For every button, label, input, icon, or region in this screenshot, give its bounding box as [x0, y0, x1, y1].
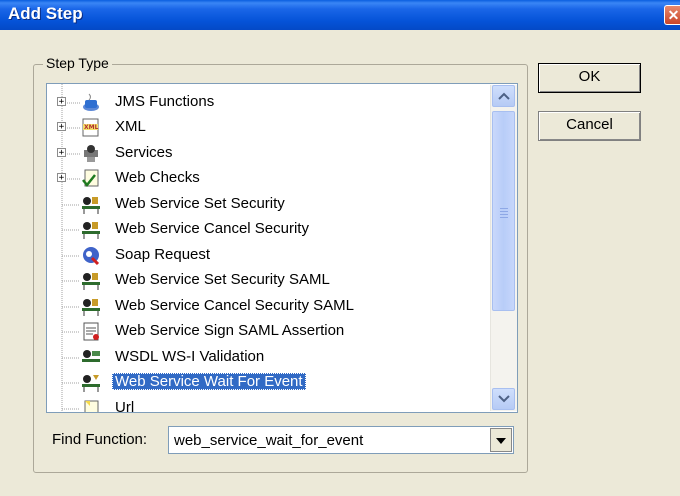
- tree-item-label: Web Service Wait For Event: [112, 373, 306, 390]
- security-icon: [80, 270, 102, 291]
- expand-toggle[interactable]: +: [57, 122, 66, 132]
- tree-item-label: Web Service Sign SAML Assertion: [115, 322, 345, 339]
- tree-item-label: Services: [115, 144, 173, 161]
- tree-item[interactable]: Web Service Set Security: [47, 192, 487, 217]
- tree-item[interactable]: Web Service Cancel Security SAML: [47, 294, 487, 319]
- tree-item[interactable]: Web Service Wait For Event: [47, 370, 487, 395]
- tree-item-label: Web Service Set Security: [115, 195, 285, 212]
- tree-item[interactable]: Soap Request: [47, 243, 487, 268]
- services-icon: [80, 143, 102, 164]
- dialog-title: Add Step: [8, 4, 83, 23]
- xml-icon: XML: [80, 117, 102, 138]
- url-icon: [80, 398, 102, 412]
- tree-item[interactable]: + Web Checks: [47, 166, 487, 191]
- vertical-scrollbar[interactable]: [490, 85, 517, 411]
- expand-toggle[interactable]: +: [57, 173, 66, 183]
- add-step-dialog: Add Step ✕ Step Type + JMS Functions + X…: [0, 0, 680, 496]
- scroll-up-button[interactable]: [492, 85, 515, 107]
- tree-item[interactable]: + JMS Functions: [47, 90, 487, 115]
- combo-dropdown-button[interactable]: [490, 428, 512, 452]
- title-bar[interactable]: Add Step ✕: [0, 0, 680, 30]
- scroll-down-button[interactable]: [492, 388, 515, 410]
- sign-icon: [80, 321, 102, 342]
- expand-toggle[interactable]: +: [57, 148, 66, 158]
- chevron-up-icon: [498, 92, 510, 100]
- find-function-label: Find Function:: [52, 431, 148, 448]
- tree-item-label: WSDL WS-I Validation: [115, 348, 265, 365]
- tree-item[interactable]: Web Service Cancel Security: [47, 217, 487, 242]
- scroll-thumb[interactable]: [492, 111, 515, 311]
- expand-toggle[interactable]: +: [57, 97, 66, 107]
- tree-item-label: XML: [115, 118, 146, 135]
- tree-item-label: JMS Functions: [115, 93, 215, 110]
- tree-item-label: Web Checks: [115, 169, 200, 186]
- close-button[interactable]: ✕: [664, 5, 680, 25]
- tree-item[interactable]: + Services: [47, 141, 487, 166]
- wsdl-icon: [80, 347, 102, 368]
- find-function-value[interactable]: web_service_wait_for_event: [174, 432, 363, 449]
- cancel-button[interactable]: Cancel: [538, 111, 641, 141]
- close-icon: ✕: [667, 7, 680, 23]
- tree-item-label: Web Service Set Security SAML: [115, 271, 330, 288]
- svg-text:XML: XML: [84, 124, 99, 131]
- tree-item-label: Soap Request: [115, 246, 211, 263]
- tree-item[interactable]: Web Service Set Security SAML: [47, 268, 487, 293]
- dropdown-arrow-icon: [496, 438, 506, 444]
- security-icon: [80, 194, 102, 215]
- security-icon: [80, 219, 102, 240]
- tree-item[interactable]: Web Service Sign SAML Assertion: [47, 319, 487, 344]
- tree-item[interactable]: + XML XML: [47, 115, 487, 140]
- web-checks-icon: [80, 168, 102, 189]
- tree-item-label: Url: [115, 399, 135, 413]
- ok-button[interactable]: OK: [538, 63, 641, 93]
- tree-item[interactable]: WSDL WS-I Validation: [47, 345, 487, 370]
- step-type-tree[interactable]: + JMS Functions + XML XML + Services + Web Check…: [46, 83, 518, 413]
- tree-item-label: Web Service Cancel Security: [115, 220, 309, 237]
- chevron-down-icon: [498, 395, 510, 403]
- step-type-label: Step Type: [43, 55, 112, 71]
- soap-icon: [80, 245, 102, 266]
- tree-item-label: Web Service Cancel Security SAML: [115, 297, 354, 314]
- find-function-combo[interactable]: web_service_wait_for_event: [168, 426, 514, 454]
- security-icon: [80, 296, 102, 317]
- wait-icon: [80, 372, 102, 393]
- tree-item[interactable]: Url: [47, 396, 487, 413]
- jms-icon: [80, 92, 102, 113]
